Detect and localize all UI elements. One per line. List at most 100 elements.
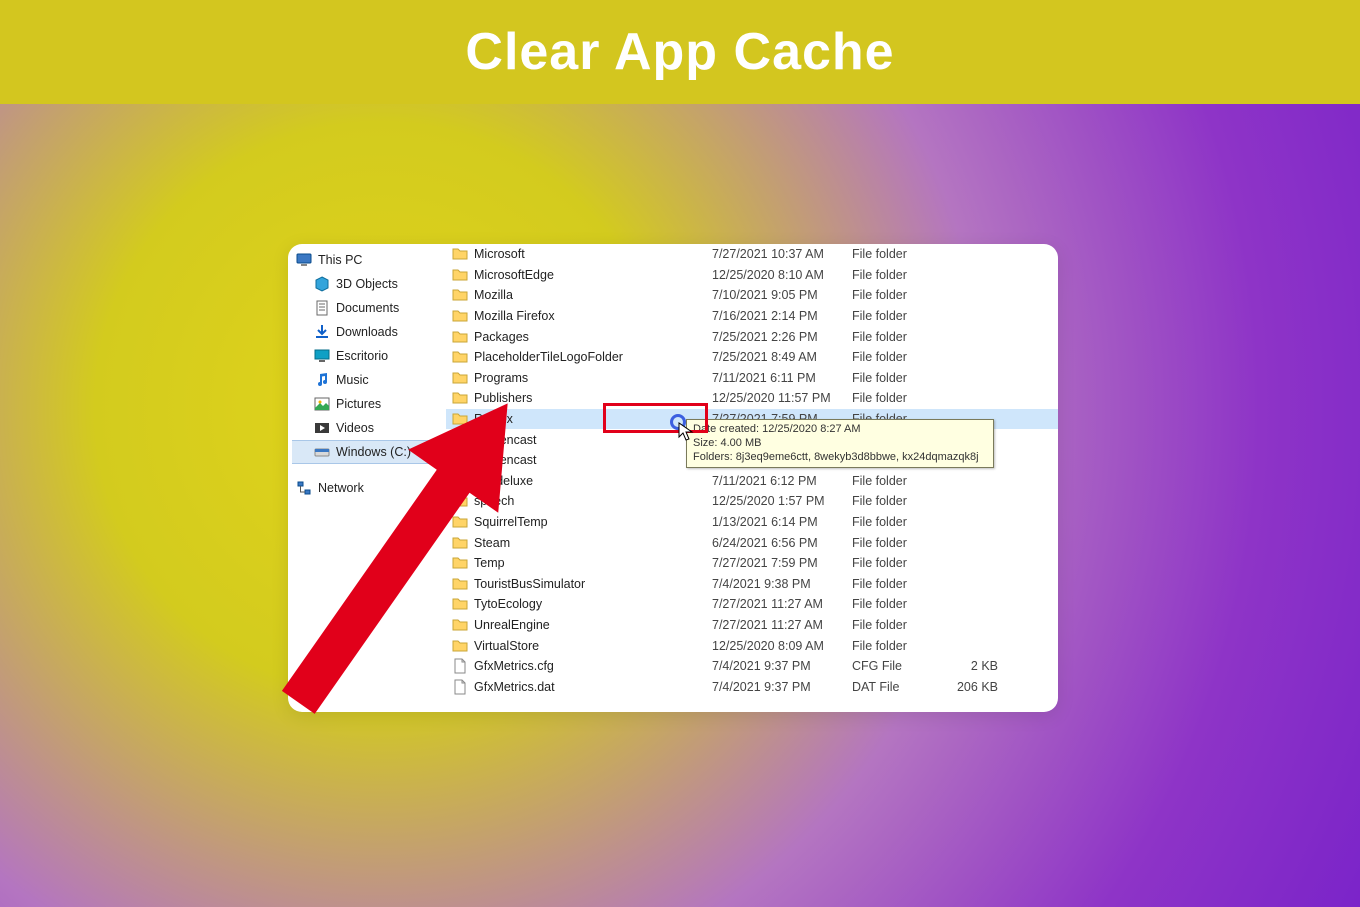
file-row[interactable]: VirtualStore12/25/2020 8:09 AMFile folde… bbox=[446, 635, 1058, 656]
file-name: Mozilla Firefox bbox=[474, 309, 712, 323]
folder-icon bbox=[452, 576, 468, 592]
file-name: GfxMetrics.dat bbox=[474, 680, 712, 694]
file-date: 7/4/2021 9:37 PM bbox=[712, 680, 852, 694]
file-row[interactable]: Temp7/27/2021 7:59 PMFile folder bbox=[446, 553, 1058, 574]
file-row[interactable]: Publishers12/25/2020 11:57 PMFile folder bbox=[446, 388, 1058, 409]
file-date: 7/27/2021 10:37 AM bbox=[712, 247, 852, 261]
download-icon bbox=[314, 324, 330, 340]
file-row[interactable]: UnrealEngine7/27/2021 11:27 AMFile folde… bbox=[446, 615, 1058, 636]
folder-icon bbox=[452, 411, 468, 427]
file-date: 6/24/2021 6:56 PM bbox=[712, 536, 852, 550]
file-row[interactable]: Programs7/11/2021 6:11 PMFile folder bbox=[446, 368, 1058, 389]
file-type: File folder bbox=[852, 371, 938, 385]
file-date: 7/4/2021 9:38 PM bbox=[712, 577, 852, 591]
videos-icon bbox=[314, 420, 330, 436]
file-row[interactable]: PlaceholderTileLogoFolder7/25/2021 8:49 … bbox=[446, 347, 1058, 368]
folder-icon bbox=[452, 390, 468, 406]
folder-icon bbox=[452, 493, 468, 509]
folder-icon bbox=[452, 246, 468, 262]
file-name: speech bbox=[474, 494, 712, 508]
file-row[interactable]: Packages7/25/2021 2:26 PMFile folder bbox=[446, 326, 1058, 347]
tooltip-line3: Folders: 8j3eq9eme6ctt, 8wekyb3d8bbwe, k… bbox=[693, 450, 987, 464]
folder-icon bbox=[452, 267, 468, 283]
file-date: 7/25/2021 2:26 PM bbox=[712, 330, 852, 344]
nav-item-this-pc[interactable]: This PC bbox=[292, 248, 446, 272]
file-list[interactable]: Microsoft7/27/2021 10:37 AMFile folderMi… bbox=[446, 244, 1058, 712]
nav-item-label: Pictures bbox=[336, 397, 446, 411]
file-name: Mozilla bbox=[474, 288, 712, 302]
file-name: UnrealEngine bbox=[474, 618, 712, 632]
file-row[interactable]: Softdeluxe7/11/2021 6:12 PMFile folder bbox=[446, 471, 1058, 492]
nav-item-label: Downloads bbox=[336, 325, 446, 339]
desktop-icon bbox=[314, 348, 330, 364]
file-name: TytoEcology bbox=[474, 597, 712, 611]
file-type: DAT File bbox=[852, 680, 938, 694]
folder-icon bbox=[452, 329, 468, 345]
file-row[interactable]: speech12/25/2020 1:57 PMFile folder bbox=[446, 491, 1058, 512]
file-name: Steam bbox=[474, 536, 712, 550]
folder-icon bbox=[452, 555, 468, 571]
file-row[interactable]: Mozilla7/10/2021 9:05 PMFile folder bbox=[446, 285, 1058, 306]
file-type: File folder bbox=[852, 474, 938, 488]
file-type: File folder bbox=[852, 618, 938, 632]
file-name: SquirrelTemp bbox=[474, 515, 712, 529]
file-name: TouristBusSimulator bbox=[474, 577, 712, 591]
file-type: File folder bbox=[852, 268, 938, 282]
folder-icon bbox=[452, 514, 468, 530]
file-date: 12/25/2020 11:57 PM bbox=[712, 391, 852, 405]
file-name: Publishers bbox=[474, 391, 712, 405]
file-name: Temp bbox=[474, 556, 712, 570]
file-date: 12/25/2020 1:57 PM bbox=[712, 494, 852, 508]
nav-item-pictures[interactable]: Pictures bbox=[292, 392, 446, 416]
file-name: Packages bbox=[474, 330, 712, 344]
file-row[interactable]: Mozilla Firefox7/16/2021 2:14 PMFile fol… bbox=[446, 306, 1058, 327]
nav-item-downloads[interactable]: Downloads bbox=[292, 320, 446, 344]
file-row[interactable]: GfxMetrics.dat7/4/2021 9:37 PMDAT File20… bbox=[446, 676, 1058, 697]
nav-item-windows-c-[interactable]: Windows (C:) bbox=[292, 440, 446, 464]
nav-item-music[interactable]: Music bbox=[292, 368, 446, 392]
file-row[interactable]: Steam6/24/2021 6:56 PMFile folder bbox=[446, 532, 1058, 553]
file-date: 7/11/2021 6:12 PM bbox=[712, 474, 852, 488]
doc-icon bbox=[314, 300, 330, 316]
3d-icon bbox=[314, 276, 330, 292]
file-row[interactable]: Microsoft7/27/2021 10:37 AMFile folder bbox=[446, 244, 1058, 265]
title-banner: Clear App Cache bbox=[0, 0, 1360, 104]
file-date: 7/16/2021 2:14 PM bbox=[712, 309, 852, 323]
file-name: MicrosoftEdge bbox=[474, 268, 712, 282]
file-type: File folder bbox=[852, 309, 938, 323]
file-row[interactable]: MicrosoftEdge12/25/2020 8:10 AMFile fold… bbox=[446, 265, 1058, 286]
file-type: File folder bbox=[852, 288, 938, 302]
tooltip-line1: Date created: 12/25/2020 8:27 AM bbox=[693, 422, 987, 436]
file-row[interactable]: GfxMetrics.cfg7/4/2021 9:37 PMCFG File2 … bbox=[446, 656, 1058, 677]
pictures-icon bbox=[314, 396, 330, 412]
file-date: 12/25/2020 8:10 AM bbox=[712, 268, 852, 282]
file-type: File folder bbox=[852, 577, 938, 591]
folder-icon bbox=[452, 638, 468, 654]
nav-item-3d-objects[interactable]: 3D Objects bbox=[292, 272, 446, 296]
file-date: 7/27/2021 11:27 AM bbox=[712, 618, 852, 632]
file-type: File folder bbox=[852, 494, 938, 508]
file-row[interactable]: TytoEcology7/27/2021 11:27 AMFile folder bbox=[446, 594, 1058, 615]
file-row[interactable]: TouristBusSimulator7/4/2021 9:38 PMFile … bbox=[446, 574, 1058, 595]
file-row[interactable]: SquirrelTemp1/13/2021 6:14 PMFile folder bbox=[446, 512, 1058, 533]
nav-item-label: Windows (C:) bbox=[336, 445, 446, 459]
navigation-tree[interactable]: This PC3D ObjectsDocuments Downloads Escri… bbox=[288, 244, 446, 712]
nav-item-documents[interactable]: Documents bbox=[292, 296, 446, 320]
file-type: File folder bbox=[852, 536, 938, 550]
nav-item-escritorio[interactable]: Escritorio bbox=[292, 344, 446, 368]
file-date: 7/25/2021 8:49 AM bbox=[712, 350, 852, 364]
nav-item-network[interactable]: Network bbox=[292, 476, 446, 500]
drive-icon bbox=[314, 444, 330, 460]
page-title: Clear App Cache bbox=[465, 22, 894, 82]
nav-item-label: Network bbox=[318, 481, 446, 495]
folder-icon bbox=[452, 452, 468, 468]
file-date: 7/11/2021 6:11 PM bbox=[712, 371, 852, 385]
pc-icon bbox=[296, 252, 312, 268]
file-date: 7/27/2021 11:27 AM bbox=[712, 597, 852, 611]
folder-icon bbox=[452, 370, 468, 386]
file-type: File folder bbox=[852, 350, 938, 364]
explorer-body: This PC3D ObjectsDocuments Downloads Escri… bbox=[288, 244, 1058, 712]
folder-icon bbox=[452, 432, 468, 448]
folder-icon bbox=[452, 287, 468, 303]
nav-item-videos[interactable]: Videos bbox=[292, 416, 446, 440]
